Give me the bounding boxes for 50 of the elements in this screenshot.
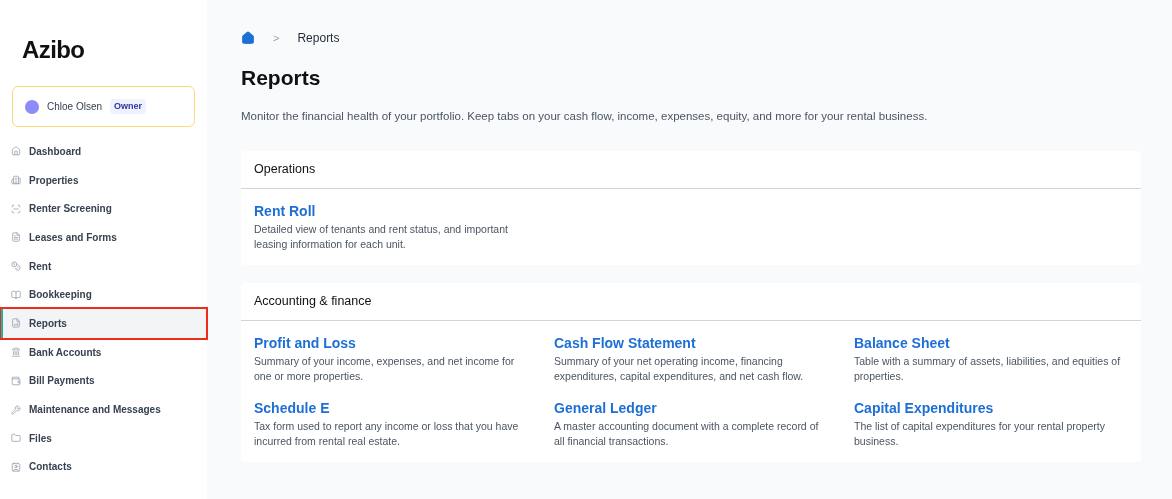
bank-icon — [11, 347, 21, 358]
nav-item[interactable]: Bank Accounts — [1, 337, 206, 367]
home-icon[interactable] — [241, 31, 255, 45]
breadcrumb-separator: > — [273, 30, 280, 46]
nav-item[interactable]: Files — [1, 423, 206, 453]
report-description: Tax form used to report any income or loss that you have incurred from rental real estate. — [254, 418, 520, 450]
nav-item[interactable]: Bookkeeping — [1, 280, 206, 310]
wrench-icon — [11, 404, 21, 415]
report-link[interactable]: Cash Flow Statement — [554, 332, 696, 354]
report-description: Summary of your net operating income, financing expenditures, capital expenditures, and net cash flow. — [554, 353, 805, 385]
user-name: Chloe Olsen — [47, 100, 103, 114]
report-link[interactable]: Profit and Loss — [254, 332, 356, 354]
report-link[interactable]: Balance Sheet — [854, 332, 950, 354]
nav-item[interactable]: Properties — [1, 165, 206, 195]
document-icon — [11, 232, 21, 243]
book-icon — [11, 289, 21, 300]
coins-icon — [11, 261, 21, 272]
nav-item[interactable]: Dashboard — [1, 137, 206, 166]
chart-document-icon — [11, 318, 21, 329]
report-description: Detailed view of tenants and rent status, and important leasing information for each unit. — [254, 221, 509, 253]
user-card[interactable]: Chloe Olsen Owner — [12, 86, 195, 127]
folder-icon — [11, 433, 21, 444]
home-icon — [11, 146, 21, 157]
report-description: The list of capital expenditures for your rental property business. — [854, 418, 1106, 450]
page-description: Monitor the financial health of your portfolio. Keep tabs on your cash flow, income, expenses, equity, and more for your rental business. — [241, 108, 929, 124]
nav-item[interactable]: Leases and Forms — [1, 223, 206, 252]
breadcrumb-current: Reports — [297, 30, 340, 47]
contact-icon — [11, 461, 21, 472]
report-link[interactable]: Schedule E — [254, 397, 330, 419]
report-description: Table with a summary of assets, liabilities, and equities of properties. — [854, 353, 1122, 385]
nav-item[interactable]: Reports — [1, 309, 206, 338]
section-title: Operations — [254, 160, 316, 178]
role-tag: Owner — [110, 98, 147, 115]
scan-icon — [11, 203, 21, 214]
nav-item[interactable]: Renter Screening — [1, 194, 206, 224]
wallet-icon — [11, 375, 21, 386]
nav-item[interactable]: Bill Payments — [1, 366, 206, 396]
section-title: Accounting & finance — [254, 292, 372, 310]
report-link[interactable]: Capital Expenditures — [854, 397, 994, 419]
avatar-icon — [25, 99, 39, 114]
logo: Azibo — [22, 36, 85, 63]
report-description: Summary of your income, expenses, and net income for one or more properties. — [254, 353, 516, 385]
report-description: A master accounting document with a complete record of all financial transactions. — [554, 418, 820, 450]
report-link[interactable]: Rent Roll — [254, 200, 316, 222]
report-link[interactable]: General Ledger — [554, 397, 657, 419]
nav-item[interactable]: Maintenance and Messages — [1, 395, 206, 424]
nav-item[interactable]: Rent — [1, 251, 206, 281]
nav-item[interactable]: Contacts — [1, 452, 206, 482]
page-title: Reports — [241, 65, 322, 91]
building-icon — [11, 175, 21, 186]
